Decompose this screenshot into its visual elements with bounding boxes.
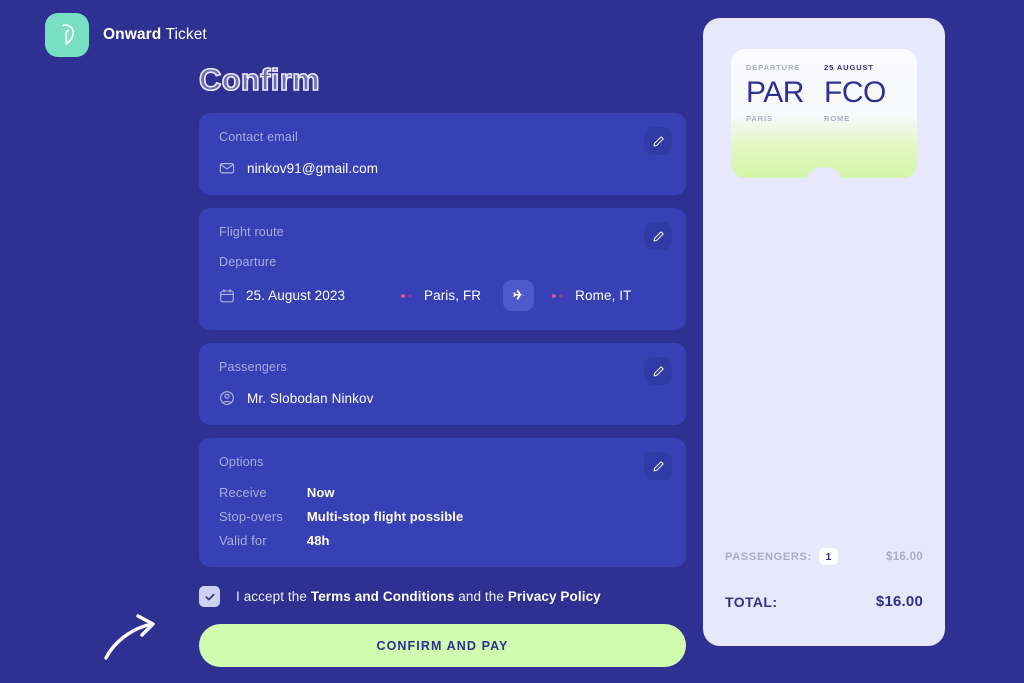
airplane-icon: [512, 289, 526, 300]
pencil-icon: [653, 135, 664, 146]
flight-route-card: Flight route Departure 25. August 2023 P…: [199, 208, 686, 330]
origin-city-group: Paris, FR: [401, 288, 481, 303]
page-title: Confirm: [198, 61, 320, 98]
destination-city-value: Rome, IT: [575, 288, 632, 303]
onward-ticket-logo-icon: [45, 13, 89, 57]
swap-route-button[interactable]: [503, 280, 535, 311]
flight-route-row: 25. August 2023 Paris, FR Rome, IT: [219, 280, 666, 311]
option-key: Receive: [219, 485, 267, 500]
envelope-icon: [219, 160, 235, 176]
departure-date-group: 25. August 2023: [219, 288, 401, 304]
terms-middle: and the: [454, 589, 508, 604]
terms-text: I accept the Terms and Conditions and th…: [236, 589, 601, 604]
passengers-card: Passengers Mr. Slobodan Ninkov: [199, 343, 686, 425]
option-value: Multi-stop flight possible: [306, 509, 464, 524]
brand-name-strong: Onward: [103, 26, 162, 43]
brand-name-light: Ticket: [165, 26, 207, 43]
checkmark-icon: [205, 593, 214, 600]
origin-city-name: PARIS: [746, 113, 773, 123]
total-summary-row: TOTAL: $16.00: [725, 593, 923, 610]
pencil-icon: [653, 365, 664, 376]
boarding-pass-grid: DEPARTURE PAR PARIS 25 AUGUST FCO ROME: [746, 63, 902, 123]
passenger-row: Mr. Slobodan Ninkov: [219, 390, 666, 406]
destination-marker-dots: [552, 293, 564, 298]
destination-city-group: Rome, IT: [552, 288, 631, 303]
destination-city-name: ROME: [824, 113, 851, 123]
contact-email-row: ninkov91@gmail.com: [219, 160, 666, 176]
edit-contact-email-button[interactable]: [644, 127, 672, 155]
option-key: Valid for: [219, 533, 267, 548]
option-value: 48h: [306, 533, 330, 548]
privacy-policy-link[interactable]: Privacy Policy: [508, 589, 601, 604]
destination-airport-code: FCO: [824, 76, 886, 109]
passengers-title: Passengers: [219, 360, 288, 374]
departure-label: DEPARTURE: [746, 63, 801, 72]
table-row: Valid for 48h: [219, 533, 463, 548]
passengers-summary-label: PASSENGERS:: [725, 550, 812, 563]
boarding-pass-destination-column: 25 AUGUST FCO ROME: [824, 63, 902, 123]
boarding-pass-card: DEPARTURE PAR PARIS 25 AUGUST FCO ROME: [731, 49, 917, 178]
ticket-summary-panel: DEPARTURE PAR PARIS 25 AUGUST FCO ROME P…: [703, 18, 945, 646]
origin-city-value: Paris, FR: [424, 288, 482, 303]
option-value: Now: [306, 485, 335, 500]
pencil-icon: [653, 230, 664, 241]
terms-prefix: I accept the: [236, 589, 311, 604]
pencil-icon: [653, 460, 664, 471]
options-table: Receive Now Stop-overs Multi-stop flight…: [219, 485, 463, 548]
brand-header: Onward Ticket: [45, 13, 207, 57]
contact-email-title: Contact email: [219, 130, 299, 144]
edit-options-button[interactable]: [644, 452, 672, 480]
contact-email-card: Contact email ninkov91@gmail.com: [199, 113, 686, 195]
passengers-summary-row: PASSENGERS: 1 $16.00: [725, 548, 923, 565]
calendar-icon: [219, 288, 235, 304]
table-row: Receive Now: [219, 485, 463, 509]
terms-and-conditions-link[interactable]: Terms and Conditions: [311, 589, 455, 604]
curved-arrow-icon: [100, 608, 170, 668]
contact-email-value: ninkov91@gmail.com: [247, 160, 379, 176]
table-row: Stop-overs Multi-stop flight possible: [219, 509, 463, 533]
options-card: Options Receive Now Stop-overs Multi-sto…: [199, 438, 686, 567]
departure-date-value: 25. August 2023: [246, 288, 346, 303]
origin-airport-code: PAR: [746, 76, 804, 109]
flight-route-title: Flight route: [219, 225, 284, 239]
boarding-pass-notch: [807, 167, 841, 178]
brand-name: Onward Ticket: [103, 26, 207, 44]
edit-flight-route-button[interactable]: [644, 222, 672, 250]
passenger-name-value: Mr. Slobodan Ninkov: [247, 390, 374, 406]
option-key: Stop-overs: [219, 509, 283, 524]
terms-acceptance-row: I accept the Terms and Conditions and th…: [199, 586, 686, 607]
origin-marker-dots: [401, 293, 412, 298]
options-title: Options: [219, 455, 264, 469]
user-icon: [219, 390, 235, 406]
departure-sub-label: Departure: [219, 255, 277, 269]
confirm-and-pay-button[interactable]: CONFIRM AND PAY: [199, 624, 686, 667]
accept-terms-checkbox[interactable]: [199, 586, 220, 607]
passengers-count-badge: 1: [818, 548, 838, 565]
confirm-form-column: Contact email ninkov91@gmail.com Flight …: [199, 113, 686, 667]
departure-date-label: 25 AUGUST: [824, 63, 874, 72]
total-label: TOTAL:: [725, 593, 778, 610]
edit-passengers-button[interactable]: [644, 357, 672, 385]
passengers-price-value: $16.00: [886, 550, 923, 563]
boarding-pass-origin-column: DEPARTURE PAR PARIS: [746, 63, 824, 123]
total-value: $16.00: [875, 593, 923, 610]
